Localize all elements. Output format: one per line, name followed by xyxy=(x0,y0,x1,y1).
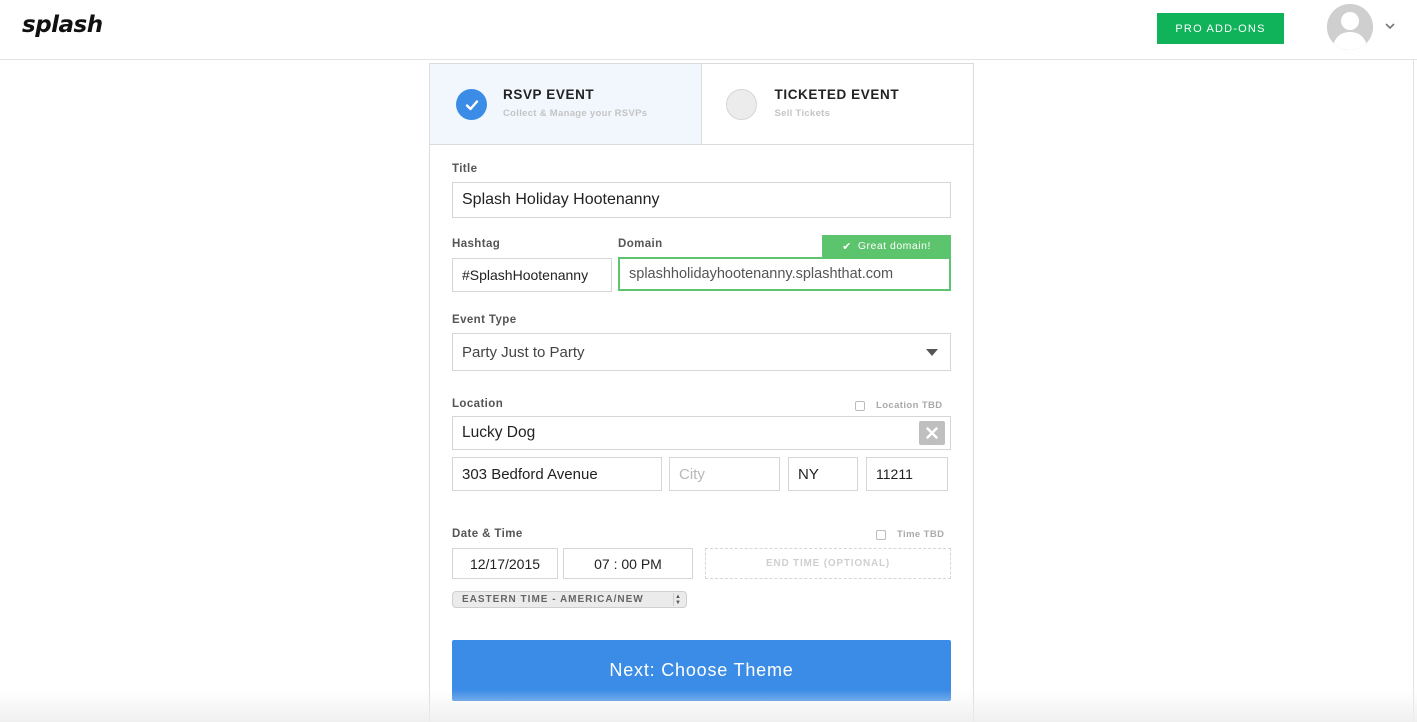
hashtag-input[interactable] xyxy=(452,258,612,292)
time-tbd-label: Time TBD xyxy=(897,529,945,540)
event-type-label: Event Type xyxy=(452,314,517,326)
rsvp-tab-title: RSVP EVENT xyxy=(503,87,595,102)
domain-status-badge: ✔ Great domain! xyxy=(822,235,951,257)
start-time-input[interactable] xyxy=(563,548,693,579)
stepper-arrows-icon: ▲ ▼ xyxy=(673,593,683,606)
dropdown-arrow-icon xyxy=(926,349,938,356)
title-input[interactable] xyxy=(452,182,951,218)
check-icon: ✔ xyxy=(842,240,852,253)
ticketed-tab-subtitle: Sell Tickets xyxy=(774,108,831,119)
street-address-input[interactable] xyxy=(452,457,662,491)
location-label: Location xyxy=(452,398,504,410)
user-silhouette-icon xyxy=(1327,4,1373,50)
date-input[interactable] xyxy=(452,548,558,579)
city-input[interactable] xyxy=(669,457,780,491)
event-type-select[interactable]: Party Just to Party xyxy=(452,333,951,371)
domain-input[interactable] xyxy=(618,257,951,291)
event-setup-card: RSVP EVENT Collect & Manage your RSVPs T… xyxy=(429,63,974,722)
checkmark-icon xyxy=(456,89,487,120)
rsvp-tab-subtitle: Collect & Manage your RSVPs xyxy=(503,108,648,119)
unselected-radio-icon xyxy=(725,89,757,120)
chevron-down-icon[interactable] xyxy=(1384,20,1396,32)
hashtag-label: Hashtag xyxy=(452,238,501,250)
domain-label: Domain xyxy=(618,238,663,250)
page-rail-divider xyxy=(1413,60,1414,722)
timezone-select[interactable]: EASTERN TIME - AMERICA/NEW ▲ ▼ xyxy=(452,591,687,608)
zip-input[interactable] xyxy=(866,457,948,491)
state-input[interactable] xyxy=(788,457,858,491)
event-type-tabs: RSVP EVENT Collect & Manage your RSVPs T… xyxy=(430,64,973,145)
time-tbd-option: Time TBD xyxy=(876,529,944,540)
close-icon xyxy=(926,427,938,439)
location-tbd-label: Location TBD xyxy=(876,400,943,411)
ticketed-tab-title: TICKETED EVENT xyxy=(774,87,900,102)
tab-ticketed-event[interactable]: TICKETED EVENT Sell Tickets xyxy=(702,64,974,144)
timezone-value: EASTERN TIME - AMERICA/NEW xyxy=(462,594,644,605)
date-time-label: Date & Time xyxy=(452,528,523,540)
splash-logo[interactable]: splash xyxy=(22,12,103,38)
location-tbd-option: Location TBD xyxy=(855,400,943,411)
location-name-input[interactable] xyxy=(452,416,951,450)
location-tbd-checkbox[interactable] xyxy=(855,400,865,411)
end-time-input[interactable]: END TIME (OPTIONAL) xyxy=(705,548,951,579)
title-label: Title xyxy=(452,163,478,175)
pro-add-ons-button[interactable]: PRO ADD-ONS xyxy=(1157,13,1284,44)
next-choose-theme-button[interactable]: Next: Choose Theme xyxy=(452,640,951,701)
domain-status-text: Great domain! xyxy=(857,240,931,252)
time-tbd-checkbox[interactable] xyxy=(876,529,886,540)
top-navigation-bar: splash PRO ADD-ONS xyxy=(0,0,1417,60)
tab-rsvp-event[interactable]: RSVP EVENT Collect & Manage your RSVPs xyxy=(430,64,702,144)
clear-location-button[interactable] xyxy=(919,421,945,445)
event-type-value: Party Just to Party xyxy=(462,343,585,361)
user-avatar[interactable] xyxy=(1327,4,1373,50)
